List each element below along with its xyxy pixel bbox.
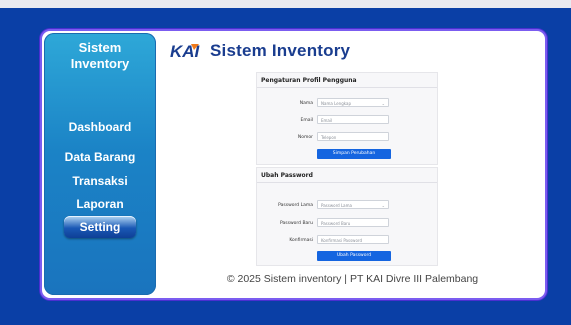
profile-settings-card: Pengaturan Profil Pengguna Nama Nama Len… [256,72,438,165]
email-field[interactable]: Email [317,115,389,124]
page-title: Sistem Inventory [210,41,351,60]
confirm-password-label: Konfirmasi [289,238,313,243]
header: KAI Sistem Inventory [170,39,350,63]
divider [257,182,437,183]
profile-card-title: Pengaturan Profil Pengguna [261,77,357,84]
email-label: Email [300,118,314,123]
new-password-field[interactable]: Password Baru [317,218,389,227]
phone-field[interactable]: Telepon [317,132,389,141]
app-window: Sistem Inventory Dashboard Data Barang T… [40,29,547,300]
sidebar-item-dashboard[interactable]: Dashboard [44,120,156,134]
kai-logo-icon: KAI [170,42,201,61]
sidebar-brand-line2: Inventory [70,56,130,71]
dropdown-indicator-icon: ⌄ [381,203,385,208]
phone-label: Nomor [297,135,313,140]
old-password-field[interactable]: Password Lama ⌄ [317,200,389,209]
old-password-label: Password Lama [278,203,313,208]
name-field[interactable]: Nama Lengkap ⌄ [317,98,389,107]
sidebar-item-data-barang[interactable]: Data Barang [44,150,156,164]
footer: © 2025 Sistem inventory | PT KAI Divre I… [226,273,479,285]
phone-field-placeholder: Telepon [321,135,337,140]
old-password-placeholder: Password Lama [321,203,352,208]
sidebar-item-setting[interactable]: Setting [64,216,136,238]
main-content: KAI Sistem Inventory Pengaturan Profil P… [162,31,543,296]
change-password-button[interactable]: Ubah Password [317,251,391,261]
dropdown-indicator-icon: ⌄ [381,101,385,106]
save-changes-button[interactable]: Simpan Perubahan [317,149,391,159]
sidebar-brand-line1: Sistem [78,40,122,55]
change-password-card: Ubah Password Password Lama Password Lam… [256,167,438,266]
name-field-placeholder: Nama Lengkap [321,101,351,106]
divider [257,87,437,88]
sidebar-item-laporan[interactable]: Laporan [44,197,156,211]
new-password-placeholder: Password Baru [321,221,351,226]
page-background: Sistem Inventory Dashboard Data Barang T… [0,8,571,325]
sidebar-item-transaksi[interactable]: Transaksi [44,174,156,188]
new-password-label: Password Baru [280,221,313,226]
confirm-password-placeholder: Konfirmasi Password [321,238,362,243]
email-field-placeholder: Email [321,118,333,123]
name-label: Nama [299,101,313,106]
confirm-password-field[interactable]: Konfirmasi Password [317,235,389,244]
password-card-title: Ubah Password [261,172,313,179]
sidebar-brand: Sistem Inventory [44,40,156,72]
sidebar: Sistem Inventory Dashboard Data Barang T… [44,33,156,295]
browser-top-strip [0,0,571,8]
